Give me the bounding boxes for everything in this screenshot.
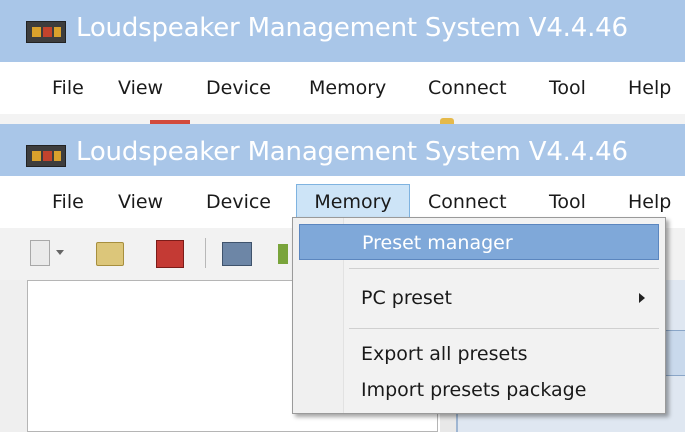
- back-menubar: File View Device Memory Connect Tool Hel…: [0, 62, 685, 114]
- menu-memory[interactable]: Memory: [296, 184, 410, 220]
- menu-help[interactable]: Help: [628, 186, 671, 218]
- back-menu-memory[interactable]: Memory: [309, 72, 386, 104]
- import-presets-package-label: Import presets package: [361, 379, 587, 401]
- back-menu-connect[interactable]: Connect: [428, 72, 507, 104]
- connect-icon[interactable]: [278, 244, 288, 264]
- menu-view[interactable]: View: [118, 186, 163, 218]
- menu-file[interactable]: File: [52, 186, 84, 218]
- menu-connect[interactable]: Connect: [428, 186, 507, 218]
- new-document-icon[interactable]: [30, 240, 50, 266]
- open-folder-icon[interactable]: [96, 242, 124, 266]
- front-window-title: Loudspeaker Management System V4.4.46: [76, 137, 628, 167]
- toolbar-separator: [205, 238, 206, 268]
- save-icon[interactable]: [156, 240, 184, 268]
- menu-separator: [349, 268, 659, 269]
- menu-item-pc-preset[interactable]: PC preset: [299, 280, 659, 316]
- back-menu-device[interactable]: Device: [206, 72, 271, 104]
- back-menu-help[interactable]: Help: [628, 72, 671, 104]
- app-logo-icon: [26, 21, 66, 43]
- device-icon[interactable]: [222, 242, 252, 266]
- memory-dropdown-menu: Preset manager PC preset Export all pres…: [292, 217, 666, 414]
- back-menu-view[interactable]: View: [118, 72, 163, 104]
- app-logo-icon: [26, 145, 66, 167]
- menu-item-preset-manager[interactable]: Preset manager: [299, 224, 659, 260]
- side-strip: [0, 280, 27, 432]
- back-window-title: Loudspeaker Management System V4.4.46: [76, 13, 628, 43]
- menu-item-import-presets-package[interactable]: Import presets package: [299, 372, 659, 408]
- submenu-arrow-icon: [639, 293, 645, 303]
- preset-manager-label: Preset manager: [362, 232, 513, 254]
- menu-item-export-all-presets[interactable]: Export all presets: [299, 336, 659, 372]
- back-titlebar: Loudspeaker Management System V4.4.46: [0, 0, 685, 62]
- pc-preset-label: PC preset: [361, 287, 452, 309]
- back-menu-tool[interactable]: Tool: [549, 72, 586, 104]
- menu-device[interactable]: Device: [206, 186, 271, 218]
- export-all-presets-label: Export all presets: [361, 343, 528, 365]
- menu-tool[interactable]: Tool: [549, 186, 586, 218]
- menu-separator: [349, 328, 659, 329]
- chevron-down-icon[interactable]: [56, 250, 64, 255]
- back-menu-file[interactable]: File: [52, 72, 84, 104]
